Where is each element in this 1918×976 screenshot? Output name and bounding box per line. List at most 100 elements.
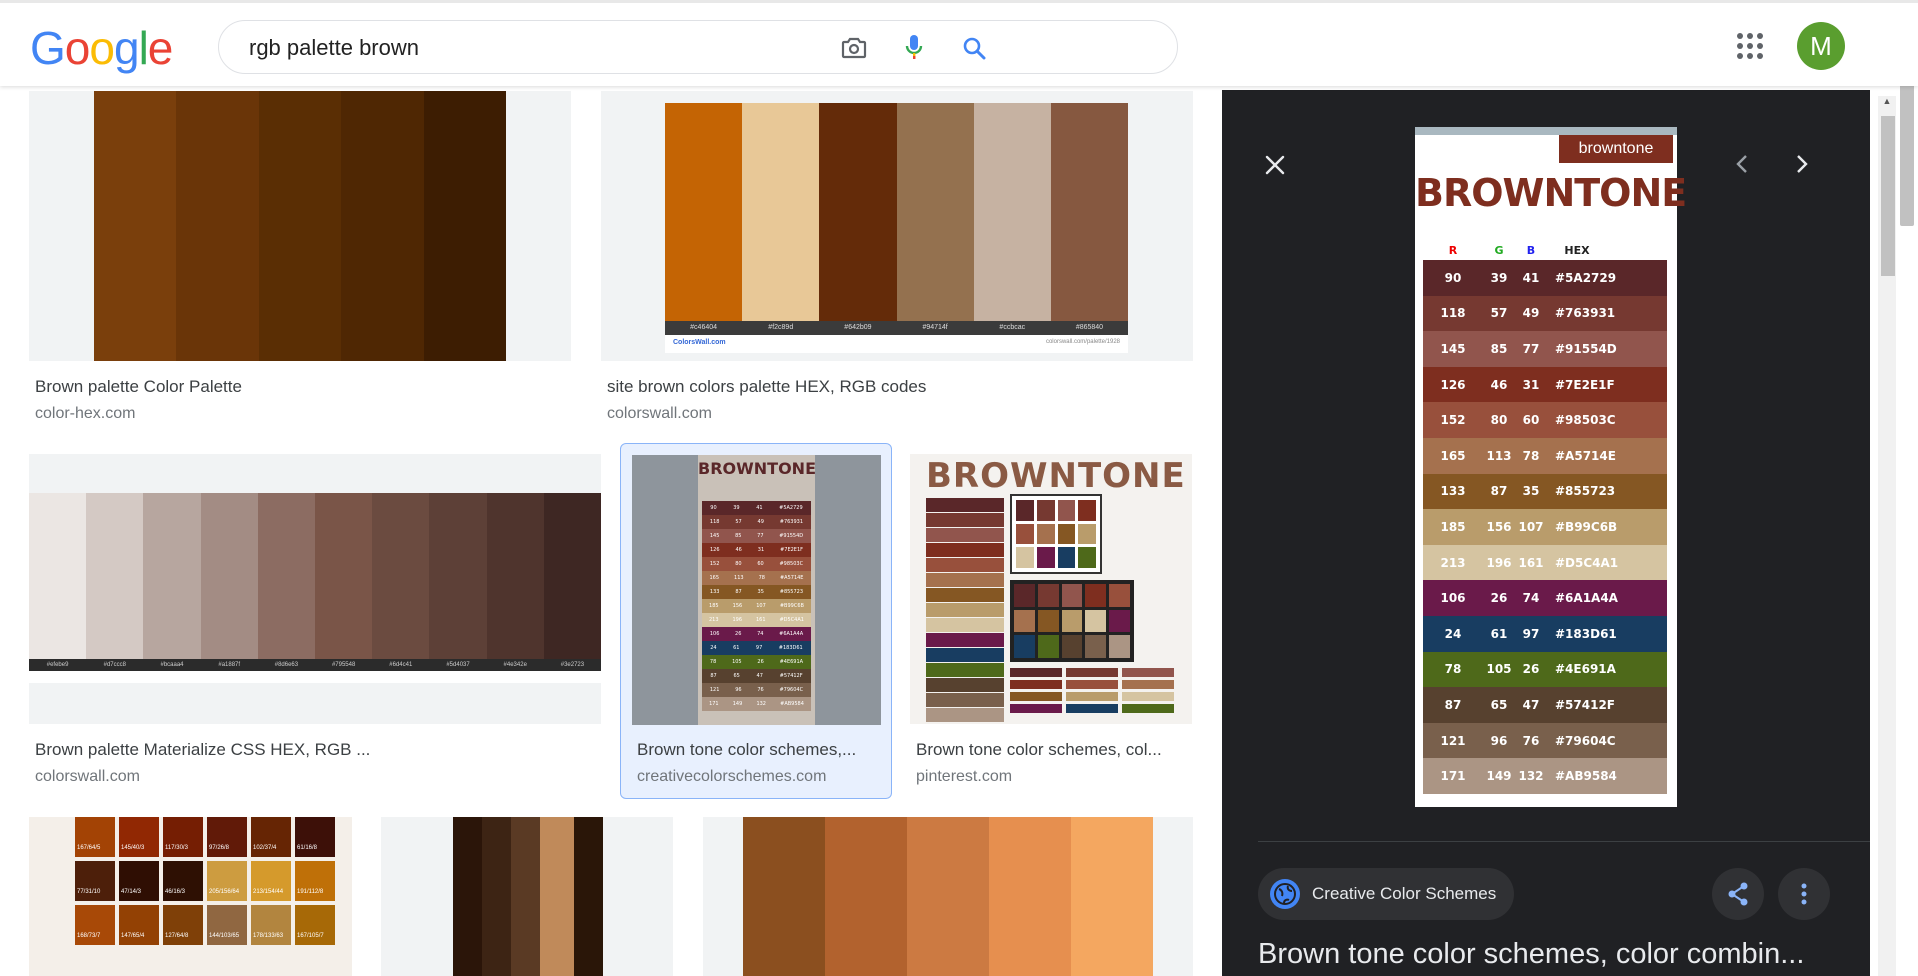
palette-swatch: #f2c89d <box>742 103 820 335</box>
mini-swatch <box>1109 584 1130 607</box>
mini-hex: #AB9584 <box>780 701 804 707</box>
value-b: 74 <box>1522 591 1540 606</box>
account-avatar[interactable]: M <box>1797 22 1845 70</box>
result-source[interactable]: pinterest.com <box>916 768 1012 786</box>
mini-swatch <box>1014 635 1035 658</box>
result-title[interactable]: Brown tone color schemes, col... <box>916 740 1186 760</box>
panel-title[interactable]: Brown tone color schemes, color combin..… <box>1258 938 1848 971</box>
result-tile-7[interactable] <box>381 817 673 976</box>
logo-letter: g <box>113 22 140 74</box>
value-g: 85 <box>1490 341 1508 356</box>
result-source[interactable]: colorswall.com <box>607 405 712 423</box>
thumb-title: BROWNTONE <box>698 459 815 478</box>
swatch-code: #5d4037 <box>429 659 487 671</box>
color-cell: 205/156/64 <box>207 861 247 901</box>
mini-r: 171 <box>709 701 719 707</box>
color-cell: 178/133/63 <box>251 905 291 945</box>
palette-swatch: #8d6e63 <box>257 493 316 671</box>
result-title[interactable]: site brown colors palette HEX, RGB codes <box>607 377 1187 397</box>
preview-header-row: R G B HEX <box>1423 241 1667 259</box>
camera-icon[interactable] <box>839 33 869 63</box>
value-r: 126 <box>1440 377 1466 392</box>
value-b: 77 <box>1522 341 1540 356</box>
header-b: B <box>1526 243 1536 257</box>
palette-swatch <box>423 91 507 361</box>
result-source[interactable]: creativecolorschemes.com <box>637 768 826 786</box>
result-title[interactable]: Brown palette Materialize CSS HEX, RGB .… <box>35 740 595 760</box>
result-tile-5[interactable]: BROWNTONE Brown tone color schemes, col.… <box>910 454 1192 794</box>
color-cell-label: 191/112/8 <box>297 889 324 895</box>
image-results: Brown palette Color Palette color-hex.co… <box>0 86 1210 976</box>
more-options-icon[interactable] <box>1778 868 1830 920</box>
mini-swatch <box>1036 500 1055 521</box>
mini-label-row <box>1010 704 1190 713</box>
mini-b: 49 <box>757 519 764 525</box>
header-r: R <box>1448 243 1458 257</box>
mini-g: 61 <box>733 645 740 651</box>
next-arrow-icon[interactable] <box>1780 142 1824 186</box>
mini-b: 107 <box>756 603 766 609</box>
mini-hex: #57412F <box>779 673 803 679</box>
mini-swatch-row <box>926 693 1004 707</box>
inner-scroll-thumb[interactable] <box>1881 116 1895 276</box>
mini-swatch <box>1037 584 1059 607</box>
scroll-up-arrow-icon[interactable]: ▲ <box>1880 96 1894 110</box>
swatch-code: #795548 <box>315 659 373 671</box>
color-cell: 102/37/4 <box>251 817 291 857</box>
result-title[interactable]: Brown tone color schemes,... <box>637 740 877 760</box>
close-icon[interactable] <box>1252 142 1298 188</box>
mini-color-row: 106 26 74 #6A1A4A <box>702 627 811 641</box>
value-b: 47 <box>1522 697 1540 712</box>
page-scrollbar[interactable]: ▲ <box>1878 56 1918 976</box>
mini-color-row: 152 80 60 #98503C <box>702 557 811 571</box>
mini-hex: #4E691A <box>779 659 804 665</box>
preview-image[interactable]: browntone BROWNTONE R G B HEX 90 39 41 #5A2… <box>1415 127 1687 807</box>
color-cell-label: 168/73/7 <box>77 933 101 939</box>
palette-swatch: #bcaaa4 <box>143 493 201 671</box>
apps-grid-icon[interactable] <box>1735 31 1765 61</box>
swatch-code: #4e342e <box>486 659 544 671</box>
result-source[interactable]: colorswall.com <box>35 768 140 786</box>
value-g: 80 <box>1490 413 1508 428</box>
result-source[interactable]: color-hex.com <box>35 405 135 423</box>
value-hex: #98503C <box>1555 413 1616 428</box>
palette-swatch: #efebe9 <box>29 493 87 671</box>
mini-color-row: 118 57 49 #763931 <box>702 515 811 529</box>
preview-color-row: 126 46 31 #7E2E1F <box>1423 366 1667 403</box>
watermark-right: colorswall.com/palette/1928 <box>1045 339 1120 345</box>
value-r: 145 <box>1440 341 1466 356</box>
swatch-code: #3e2723 <box>543 659 601 671</box>
mini-r: 90 <box>710 505 717 511</box>
result-tile-2[interactable]: #c46404 #f2c89d #642b09 #94714f #ccbcac #8658… <box>601 91 1193 431</box>
logo-letter: G <box>30 22 66 74</box>
result-title[interactable]: Brown palette Color Palette <box>35 377 565 397</box>
mini-g: 156 <box>732 603 743 609</box>
mini-r: 87 <box>710 673 717 679</box>
source-chip[interactable]: Creative Color Schemes <box>1258 868 1515 920</box>
value-hex: #B99C6B <box>1555 519 1618 534</box>
mini-swatch <box>1057 523 1076 545</box>
google-logo[interactable]: Google <box>30 21 173 75</box>
swatch-code: #94714f <box>896 321 974 335</box>
value-g: 26 <box>1490 591 1508 606</box>
result-tile-8[interactable] <box>703 817 1193 976</box>
value-hex: #57412F <box>1555 697 1615 712</box>
mini-hex: #763931 <box>779 519 804 525</box>
mini-label-row <box>1010 668 1190 677</box>
microphone-icon[interactable] <box>899 33 929 63</box>
mini-g: 57 <box>735 519 742 525</box>
value-g: 87 <box>1490 484 1508 499</box>
mini-swatch-row <box>926 708 1004 722</box>
swatch-code: #6d4c41 <box>372 659 430 671</box>
search-icon[interactable] <box>959 33 989 63</box>
result-tile-4-selected[interactable]: BROWNTONE 90 39 41 #5A2729 118 57 49 #763931 145… <box>620 443 892 799</box>
mini-b: 78 <box>758 575 765 581</box>
share-icon[interactable] <box>1712 868 1764 920</box>
result-tile-3[interactable]: #efebe9 #d7ccc8 #bcaaa4 #a1887f #8d6e63 #7955… <box>29 454 601 794</box>
previous-arrow-icon[interactable] <box>1720 142 1764 186</box>
result-tile-1[interactable]: Brown palette Color Palette color-hex.co… <box>29 91 571 431</box>
result-tile-6[interactable]: 167/64/5 145/40/3 117/30/3 97/26/8 102/37/4 6… <box>29 817 352 976</box>
mini-swatch-row <box>926 663 1004 677</box>
value-b: 76 <box>1522 733 1540 748</box>
value-g: 196 <box>1486 555 1512 570</box>
